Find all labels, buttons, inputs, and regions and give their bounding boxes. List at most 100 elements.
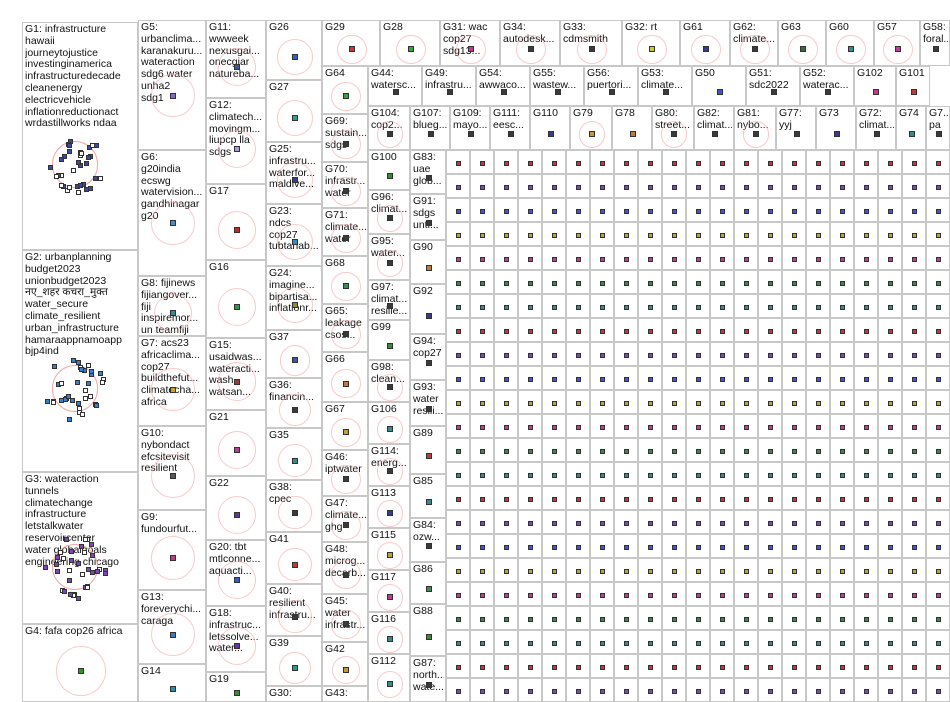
group-cell-g102[interactable]: G102 [854, 66, 896, 106]
small-group-cell[interactable] [590, 318, 614, 342]
small-group-cell[interactable] [806, 318, 830, 342]
small-group-cell[interactable] [854, 462, 878, 486]
small-group-cell[interactable] [710, 198, 734, 222]
small-group-cell[interactable] [518, 318, 542, 342]
small-group-cell[interactable] [686, 342, 710, 366]
small-group-cell[interactable] [710, 318, 734, 342]
small-group-cell[interactable] [614, 222, 638, 246]
group-cell-g94[interactable]: G94: cop27 [410, 334, 446, 380]
small-group-cell[interactable] [830, 246, 854, 270]
small-group-cell[interactable] [878, 510, 902, 534]
group-cell-g21[interactable]: G21 [206, 410, 266, 476]
small-group-cell[interactable] [494, 174, 518, 198]
small-group-cell[interactable] [590, 174, 614, 198]
small-group-cell[interactable] [446, 270, 470, 294]
small-group-cell[interactable] [806, 198, 830, 222]
small-group-cell[interactable] [878, 438, 902, 462]
small-group-cell[interactable] [878, 366, 902, 390]
small-group-cell[interactable] [662, 222, 686, 246]
small-group-cell[interactable] [638, 654, 662, 678]
small-group-cell[interactable] [734, 534, 758, 558]
small-group-cell[interactable] [686, 246, 710, 270]
group-cell-g65[interactable]: G65: leakage csos... [322, 304, 368, 352]
small-group-cell[interactable] [782, 678, 806, 702]
small-group-cell[interactable] [542, 630, 566, 654]
small-group-cell[interactable] [926, 582, 950, 606]
group-cell-g111[interactable]: G111: eesc... [490, 106, 530, 150]
small-group-cell[interactable] [926, 486, 950, 510]
group-cell-g8[interactable]: G8: fijinews fijiangover... fiji inspire… [138, 276, 206, 336]
small-group-cell[interactable] [566, 342, 590, 366]
group-cell-g61[interactable]: G61 [680, 20, 730, 66]
group-cell-g97[interactable]: G97: climat... resilie... [368, 280, 410, 320]
group-cell-g72[interactable]: G72: climat... [856, 106, 896, 150]
small-group-cell[interactable] [758, 366, 782, 390]
small-group-cell[interactable] [566, 462, 590, 486]
small-group-cell[interactable] [806, 678, 830, 702]
small-group-cell[interactable] [854, 342, 878, 366]
small-group-cell[interactable] [854, 558, 878, 582]
group-cell-g6[interactable]: G6: g20india ecswg watervision... gandhi… [138, 150, 206, 276]
small-group-cell[interactable] [662, 558, 686, 582]
small-group-cell[interactable] [542, 678, 566, 702]
small-group-cell[interactable] [494, 462, 518, 486]
small-group-cell[interactable] [926, 438, 950, 462]
small-group-cell[interactable] [782, 270, 806, 294]
small-group-cell[interactable] [926, 654, 950, 678]
small-group-cell[interactable] [470, 342, 494, 366]
group-cell-g74[interactable]: G74 [896, 106, 926, 150]
small-group-cell[interactable] [614, 150, 638, 174]
small-group-cell[interactable] [830, 294, 854, 318]
small-group-cell[interactable] [758, 150, 782, 174]
small-group-cell[interactable] [518, 606, 542, 630]
small-group-cell[interactable] [518, 390, 542, 414]
small-group-cell[interactable] [926, 606, 950, 630]
small-group-cell[interactable] [638, 606, 662, 630]
small-group-cell[interactable] [926, 390, 950, 414]
small-group-cell[interactable] [446, 510, 470, 534]
small-group-cell[interactable] [878, 534, 902, 558]
small-group-cell[interactable] [878, 486, 902, 510]
small-group-cell[interactable] [830, 150, 854, 174]
group-cell-g69[interactable]: G69: sustain... sdgs [322, 114, 368, 162]
small-group-cell[interactable] [614, 558, 638, 582]
small-group-cell[interactable] [518, 438, 542, 462]
small-group-cell[interactable] [518, 582, 542, 606]
small-group-cell[interactable] [638, 366, 662, 390]
small-group-cell[interactable] [878, 198, 902, 222]
small-group-cell[interactable] [614, 414, 638, 438]
small-group-cell[interactable] [758, 390, 782, 414]
small-group-cell[interactable] [638, 414, 662, 438]
small-group-cell[interactable] [806, 654, 830, 678]
small-group-cell[interactable] [614, 654, 638, 678]
small-group-cell[interactable] [710, 534, 734, 558]
small-group-cell[interactable] [878, 558, 902, 582]
small-group-cell[interactable] [782, 294, 806, 318]
small-group-cell[interactable] [494, 150, 518, 174]
small-group-cell[interactable] [662, 366, 686, 390]
small-group-cell[interactable] [542, 342, 566, 366]
group-cell-g100[interactable]: G100 [368, 150, 410, 190]
small-group-cell[interactable] [590, 222, 614, 246]
group-cell-g84[interactable]: G84: ozw... [410, 518, 446, 562]
group-cell-g96[interactable]: G96: climat... [368, 190, 410, 234]
group-cell-g50[interactable]: G50 [692, 66, 746, 106]
small-group-cell[interactable] [782, 222, 806, 246]
small-group-cell[interactable] [806, 366, 830, 390]
group-cell-g82[interactable]: G82: climat... [694, 106, 734, 150]
group-cell-g17[interactable]: G17 [206, 184, 266, 260]
group-cell-g115[interactable]: G115 [368, 528, 410, 570]
small-group-cell[interactable] [758, 654, 782, 678]
group-cell-g81[interactable]: G81: nybo... [734, 106, 776, 150]
small-group-cell[interactable] [830, 222, 854, 246]
small-group-cell[interactable] [542, 582, 566, 606]
small-group-cell[interactable] [710, 510, 734, 534]
small-group-cell[interactable] [470, 294, 494, 318]
group-cell-g55[interactable]: G55: wastew... [530, 66, 584, 106]
small-group-cell[interactable] [686, 438, 710, 462]
small-group-cell[interactable] [542, 486, 566, 510]
group-cell-g64[interactable]: G64 [322, 66, 368, 114]
small-group-cell[interactable] [926, 414, 950, 438]
small-group-cell[interactable] [686, 606, 710, 630]
small-group-cell[interactable] [830, 606, 854, 630]
